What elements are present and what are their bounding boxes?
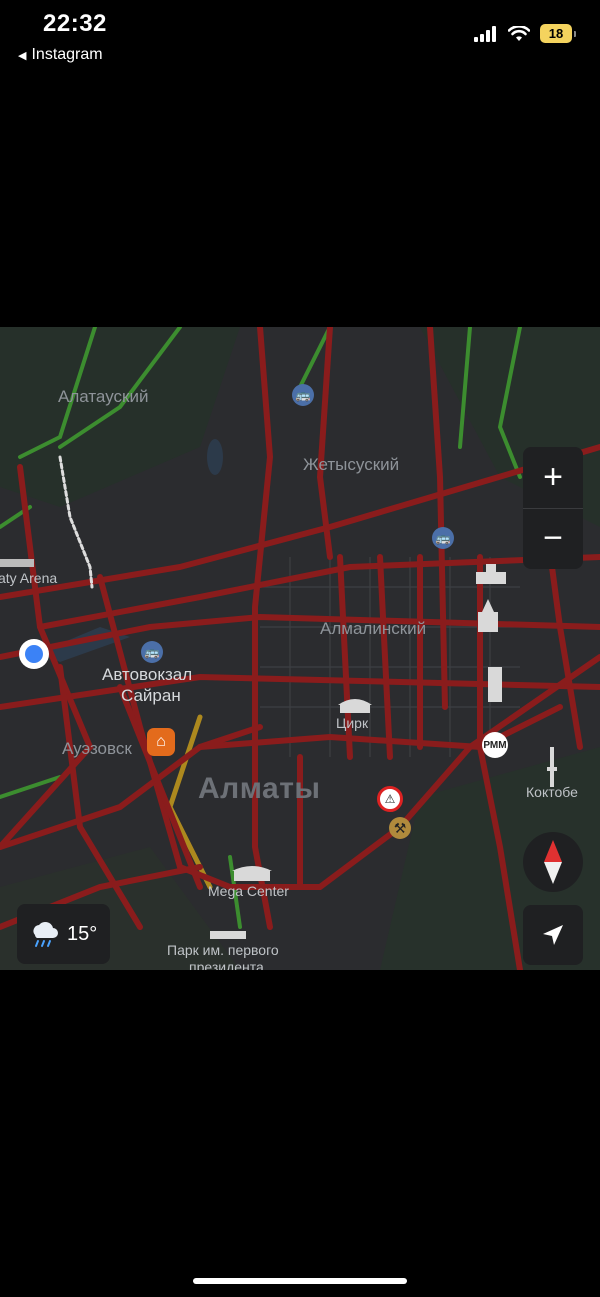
back-triangle-icon: ◀ xyxy=(18,49,27,62)
my-location-button[interactable] xyxy=(523,905,583,965)
weather-widget[interactable]: 15° xyxy=(17,904,110,964)
rain-cloud-icon xyxy=(33,921,58,947)
status-time: 22:32 xyxy=(43,10,107,37)
zoom-out-button[interactable]: − xyxy=(523,509,583,569)
cellular-signal-icon xyxy=(474,25,496,42)
back-to-app-link[interactable]: ◀ Instagram xyxy=(18,46,103,64)
wifi-icon xyxy=(508,25,530,41)
traffic-map[interactable]: Алатауский Жетысуский Алмалинский Ауэзов… xyxy=(0,327,600,970)
landmark-building-icon xyxy=(210,564,557,939)
weather-temperature: 15° xyxy=(67,922,98,945)
battery-level: 18 xyxy=(540,24,572,43)
zoom-controls: + − xyxy=(523,447,583,569)
back-app-label: Instagram xyxy=(31,46,103,63)
home-indicator[interactable] xyxy=(193,1278,407,1284)
battery-indicator: 18 xyxy=(540,24,576,43)
battery-cap xyxy=(574,30,576,37)
navigation-arrow-icon xyxy=(543,925,563,945)
compass-icon xyxy=(544,840,562,884)
current-location-marker xyxy=(19,639,49,669)
zoom-in-button[interactable]: + xyxy=(523,448,583,508)
compass-button[interactable] xyxy=(523,832,583,892)
status-indicators: 18 xyxy=(474,24,576,43)
landmark-icons xyxy=(0,559,557,939)
